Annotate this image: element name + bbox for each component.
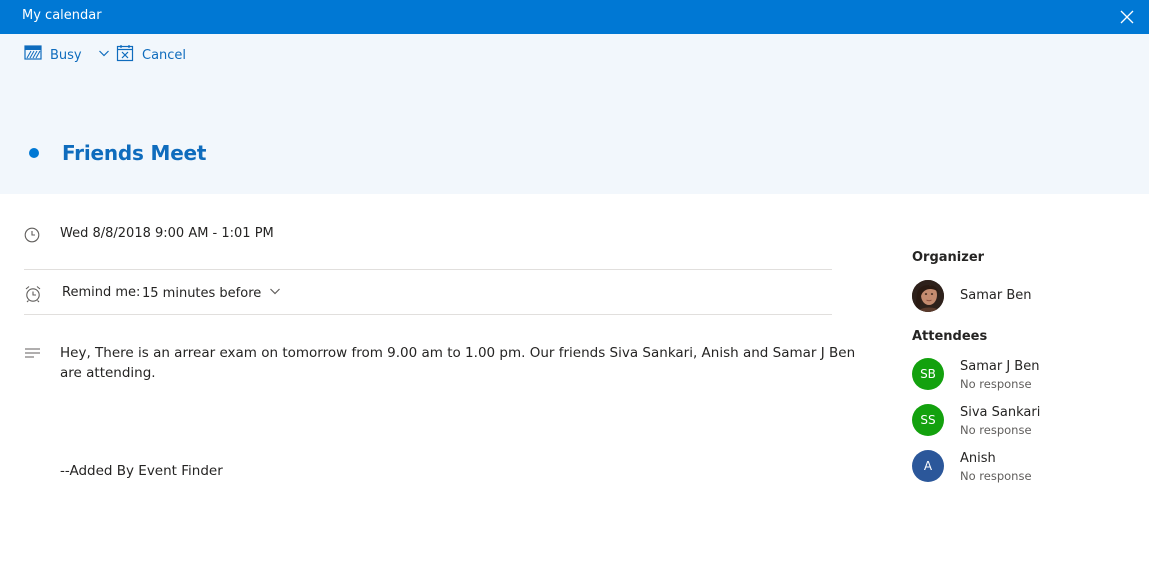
organizer-item[interactable]: Samar Ben [912,280,1132,314]
event-color-dot [29,148,39,158]
clock-icon [24,226,42,244]
notes-lines-icon [24,345,42,363]
cancel-button[interactable]: Cancel [116,44,186,66]
attendee-item[interactable]: SS Siva Sankari No response [912,404,1132,438]
organizer-name: Samar Ben [960,288,1032,303]
attendee-name: Samar J Ben [960,359,1040,374]
avatar: SB [912,358,944,390]
reminder-dropdown[interactable]: 15 minutes before [142,285,281,301]
close-icon[interactable] [1117,7,1137,27]
attendee-response-status: No response [960,377,1032,391]
organizer-heading: Organizer [912,250,985,265]
busy-label: Busy [50,47,82,63]
window-title: My calendar [22,8,102,23]
event-description: Hey, There is an arrear exam on tomorrow… [60,345,856,381]
event-time: Wed 8/8/2018 9:00 AM - 1:01 PM [60,226,274,241]
attendees-heading: Attendees [912,329,988,344]
avatar: SS [912,404,944,436]
attendee-response-status: No response [960,423,1032,437]
event-signature: --Added By Event Finder [60,463,223,479]
divider [24,269,832,270]
attendee-name: Anish [960,451,996,466]
busy-status-icon [24,45,50,65]
attendee-item[interactable]: SB Samar J Ben No response [912,358,1132,392]
attendee-response-status: No response [960,469,1032,483]
divider [24,314,832,315]
title-bar: My calendar [0,0,1149,34]
avatar: A [912,450,944,482]
alarm-clock-icon [24,285,42,303]
attendee-item[interactable]: A Anish No response [912,450,1132,484]
attendee-name: Siva Sankari [960,405,1041,420]
chevron-down-icon [261,285,281,301]
event-time-row: Wed 8/8/2018 9:00 AM - 1:01 PM [24,224,832,246]
chevron-down-icon [90,47,118,63]
cancel-calendar-icon [116,44,142,66]
reminder-row: Remind me: 15 minutes before [24,283,832,305]
reminder-value: 15 minutes before [142,285,262,301]
cancel-label: Cancel [142,47,187,63]
event-header: Busy Cancel Friends Meet [0,34,1149,194]
remind-label: Remind me: [62,285,141,300]
avatar [912,280,944,312]
event-title: Friends Meet [62,141,207,165]
busy-button[interactable]: Busy [24,44,118,66]
